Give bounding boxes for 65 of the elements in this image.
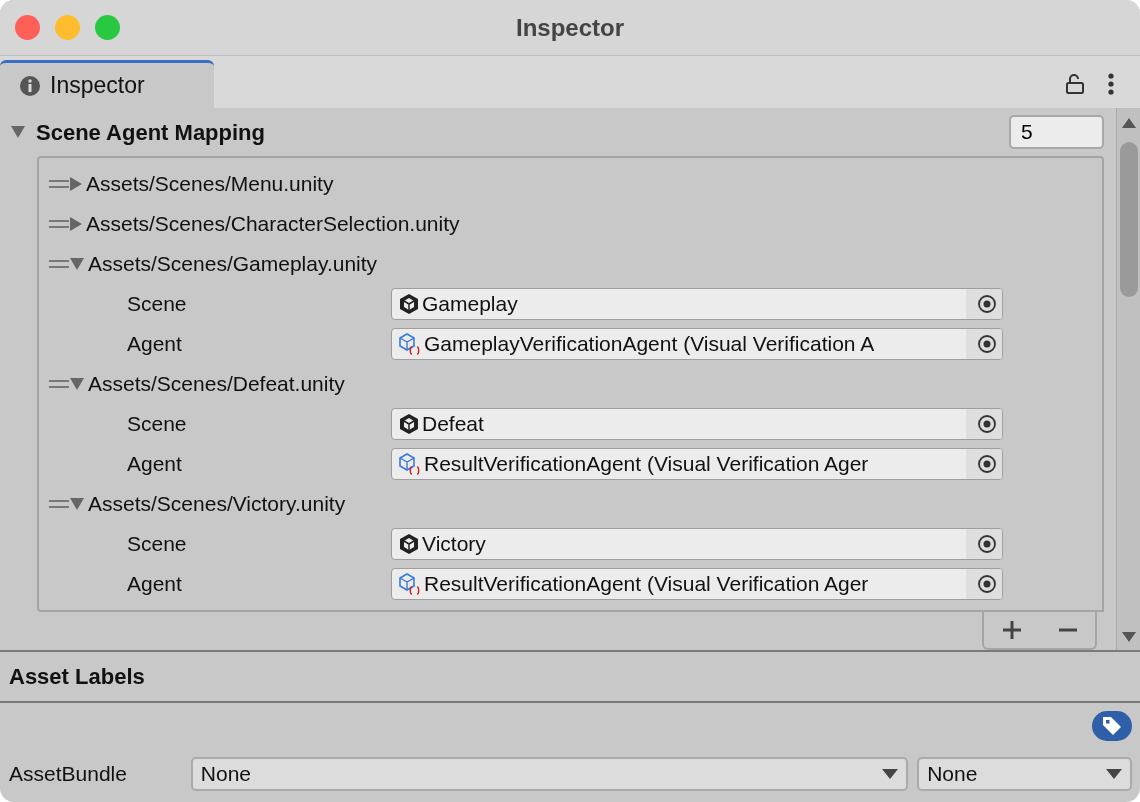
object-field[interactable]: Victory — [391, 528, 1003, 560]
scroll-thumb[interactable] — [1119, 142, 1138, 297]
field-label: Agent — [126, 571, 183, 598]
foldout-arrow-icon — [69, 257, 85, 271]
foldout-arrow-icon — [69, 497, 85, 511]
field-label: Agent — [126, 451, 183, 478]
object-field[interactable]: GameplayVerificationAgent (Visual Verification A — [391, 328, 1003, 360]
field-label: AssetBundle — [9, 761, 128, 788]
foldout-arrow-icon — [69, 216, 83, 232]
object-field[interactable]: ResultVerificationAgent (Visual Verification Ager — [391, 448, 1003, 480]
drag-handle-icon[interactable] — [49, 260, 69, 268]
item-path: Assets/Scenes/CharacterSelection.unity — [86, 211, 460, 238]
drag-handle-icon[interactable] — [49, 180, 69, 188]
script-cube-icon — [398, 572, 422, 596]
object-picker-icon[interactable] — [966, 529, 1002, 559]
scroll-down-icon[interactable] — [1121, 632, 1136, 642]
section-title: Asset Labels — [0, 650, 1140, 703]
drag-handle-icon[interactable] — [49, 380, 69, 388]
object-picker-icon[interactable] — [966, 409, 1002, 439]
object-picker-icon[interactable] — [966, 569, 1002, 599]
list-item-foldout[interactable]: Assets/Scenes/Victory.unity — [69, 488, 346, 520]
object-picker-icon[interactable] — [966, 449, 1002, 479]
drag-handle-icon[interactable] — [49, 220, 69, 228]
foldout-arrow-icon — [69, 176, 83, 192]
more-menu-icon[interactable] — [1108, 73, 1114, 95]
list-item-foldout[interactable]: Assets/Scenes/CharacterSelection.unity — [69, 208, 460, 240]
list-item-foldout[interactable]: Assets/Scenes/Gameplay.unity — [69, 248, 378, 280]
drag-handle-icon[interactable] — [49, 500, 69, 508]
object-field[interactable]: ResultVerificationAgent (Visual Verification Ager — [391, 568, 1003, 600]
remove-icon[interactable] — [1058, 628, 1077, 632]
foldout-arrow-icon[interactable] — [10, 125, 26, 139]
caret-icon — [1106, 769, 1122, 779]
add-icon[interactable] — [1002, 620, 1023, 640]
window-title: Inspector — [515, 12, 625, 43]
field-label: Scene — [126, 291, 188, 318]
count-field[interactable]: 5 — [1009, 115, 1104, 149]
tag-icon[interactable] — [1092, 711, 1132, 741]
caret-icon — [882, 769, 899, 779]
object-picker-icon[interactable] — [966, 329, 1002, 359]
cube-icon — [398, 293, 420, 315]
cube-icon — [398, 533, 420, 555]
script-cube-icon — [398, 332, 422, 356]
field-label: Agent — [126, 331, 183, 358]
list-item-foldout[interactable]: Assets/Scenes/Menu.unity — [69, 168, 334, 200]
field-label: Scene — [126, 531, 188, 558]
object-field[interactable]: Gameplay — [391, 288, 1003, 320]
asset-bundle-dropdown[interactable]: None — [190, 757, 909, 791]
variant-dropdown[interactable]: None — [917, 757, 1132, 791]
cube-icon — [398, 413, 420, 435]
item-path: Assets/Scenes/Gameplay.unity — [88, 251, 378, 278]
item-path: Assets/Scenes/Defeat.unity — [88, 371, 345, 398]
scroll-up-icon[interactable] — [1121, 118, 1136, 128]
scrollbar[interactable] — [1116, 108, 1140, 650]
lock-icon[interactable] — [1066, 74, 1084, 94]
info-icon — [20, 75, 40, 96]
component-title: Scene Agent Mapping — [36, 118, 266, 147]
foldout-arrow-icon — [69, 377, 85, 391]
list-item-foldout[interactable]: Assets/Scenes/Defeat.unity — [69, 368, 345, 400]
script-cube-icon — [398, 452, 422, 476]
object-picker-icon[interactable] — [966, 289, 1002, 319]
item-path: Assets/Scenes/Menu.unity — [86, 171, 334, 198]
field-label: Scene — [126, 411, 188, 438]
item-path: Assets/Scenes/Victory.unity — [88, 491, 346, 518]
inspector-tab[interactable]: Inspector — [0, 60, 214, 108]
object-field[interactable]: Defeat — [391, 408, 1003, 440]
